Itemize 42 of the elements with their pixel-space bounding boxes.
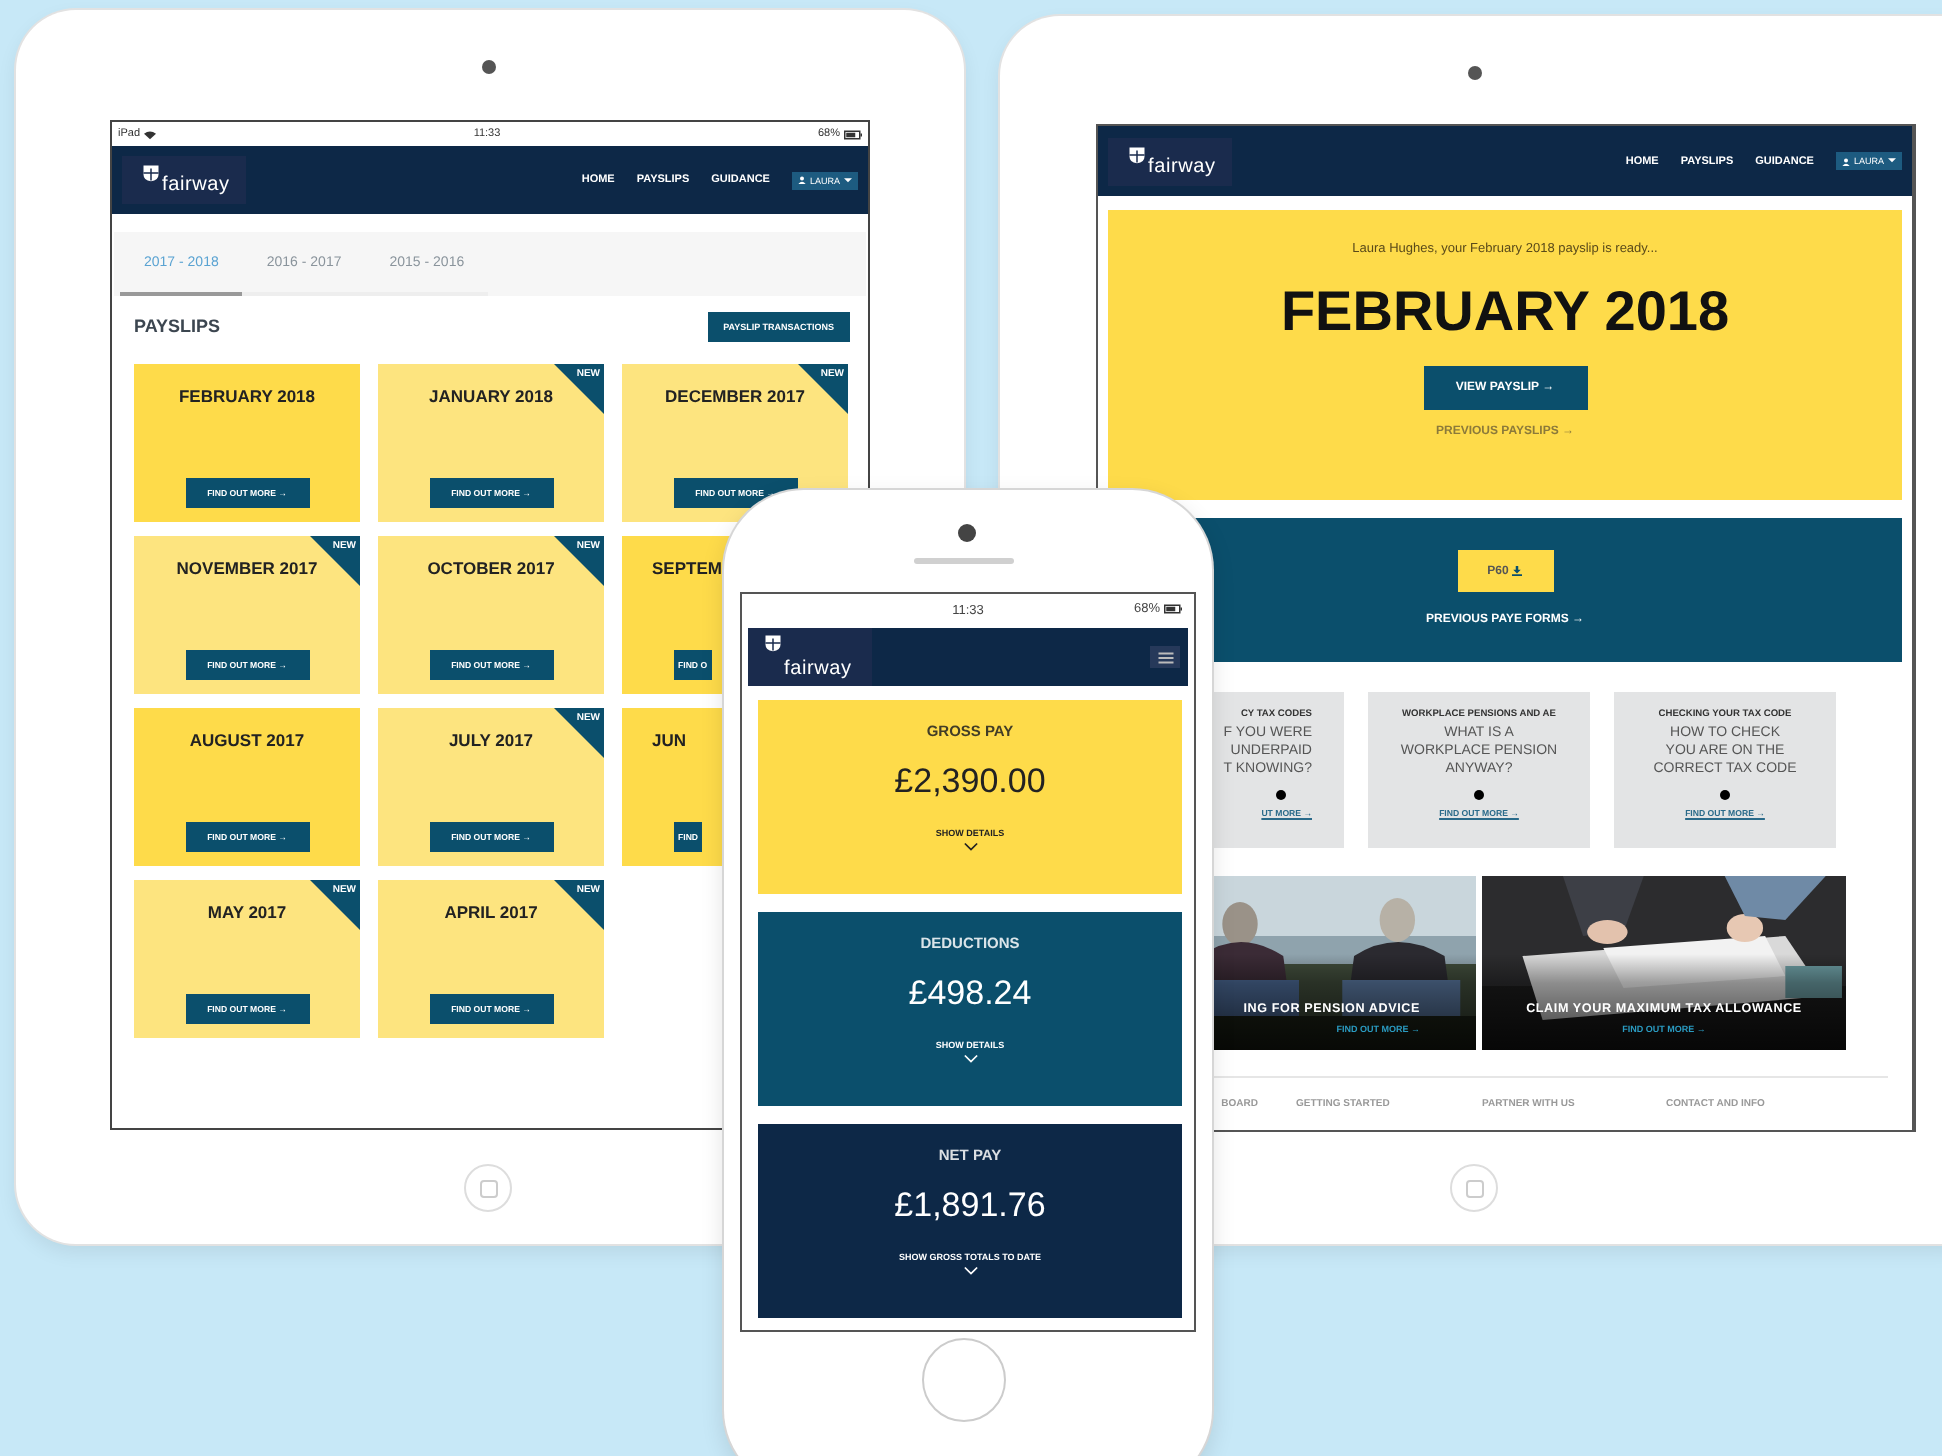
menu-icon <box>1157 651 1173 663</box>
home-button[interactable] <box>464 1164 512 1212</box>
camera-icon <box>958 524 976 542</box>
camera-icon <box>482 60 496 74</box>
download-icon <box>1512 566 1523 576</box>
wifi-icon <box>144 129 157 139</box>
home-button[interactable] <box>1450 1164 1498 1212</box>
month-title: APRIL 2017 <box>444 902 538 922</box>
month-title: SEPTEM <box>652 558 722 578</box>
battery-icon <box>843 129 862 139</box>
dot-icon <box>1276 790 1286 800</box>
month-title: JULY 2017 <box>448 730 534 750</box>
caret-icon <box>844 177 852 183</box>
month-title: OCTOBER 2017 <box>427 558 555 578</box>
month-title: NOVEMBER 2017 <box>176 558 318 578</box>
chevron-icon <box>963 842 977 852</box>
card-amount: £498.24 <box>908 974 1032 1014</box>
dot-icon <box>1474 790 1484 800</box>
battery-icon <box>1164 604 1182 614</box>
speaker-icon <box>914 558 1014 564</box>
user-icon <box>1841 157 1850 165</box>
menu-button[interactable] <box>1150 646 1180 668</box>
hero-title: FEBRUARY 2018 <box>1280 280 1730 344</box>
logo[interactable]: fairway <box>1108 137 1232 185</box>
month-title: AUGUST 2017 <box>189 730 305 750</box>
camera-icon <box>1468 66 1482 80</box>
month-title: DECEMBER 2017 <box>665 386 805 406</box>
logo[interactable]: fairway <box>748 628 872 686</box>
section-heading: PAYSLIPS <box>134 316 221 336</box>
card-amount: £1,891.76 <box>894 1186 1046 1226</box>
dot-icon <box>1720 790 1730 800</box>
home-button[interactable] <box>922 1338 1006 1422</box>
logo[interactable]: fairway <box>122 156 246 204</box>
month-title: MAY 2017 <box>207 902 287 922</box>
chevron-icon <box>963 1054 977 1064</box>
month-title: FEBRUARY 2018 <box>178 386 316 406</box>
caret-icon <box>1888 158 1896 164</box>
card-amount: £2,390.00 <box>894 762 1046 802</box>
month-title: JANUARY 2018 <box>429 386 553 406</box>
user-icon <box>797 176 806 184</box>
month-title: JUN <box>652 730 687 750</box>
chevron-icon <box>963 1266 977 1276</box>
